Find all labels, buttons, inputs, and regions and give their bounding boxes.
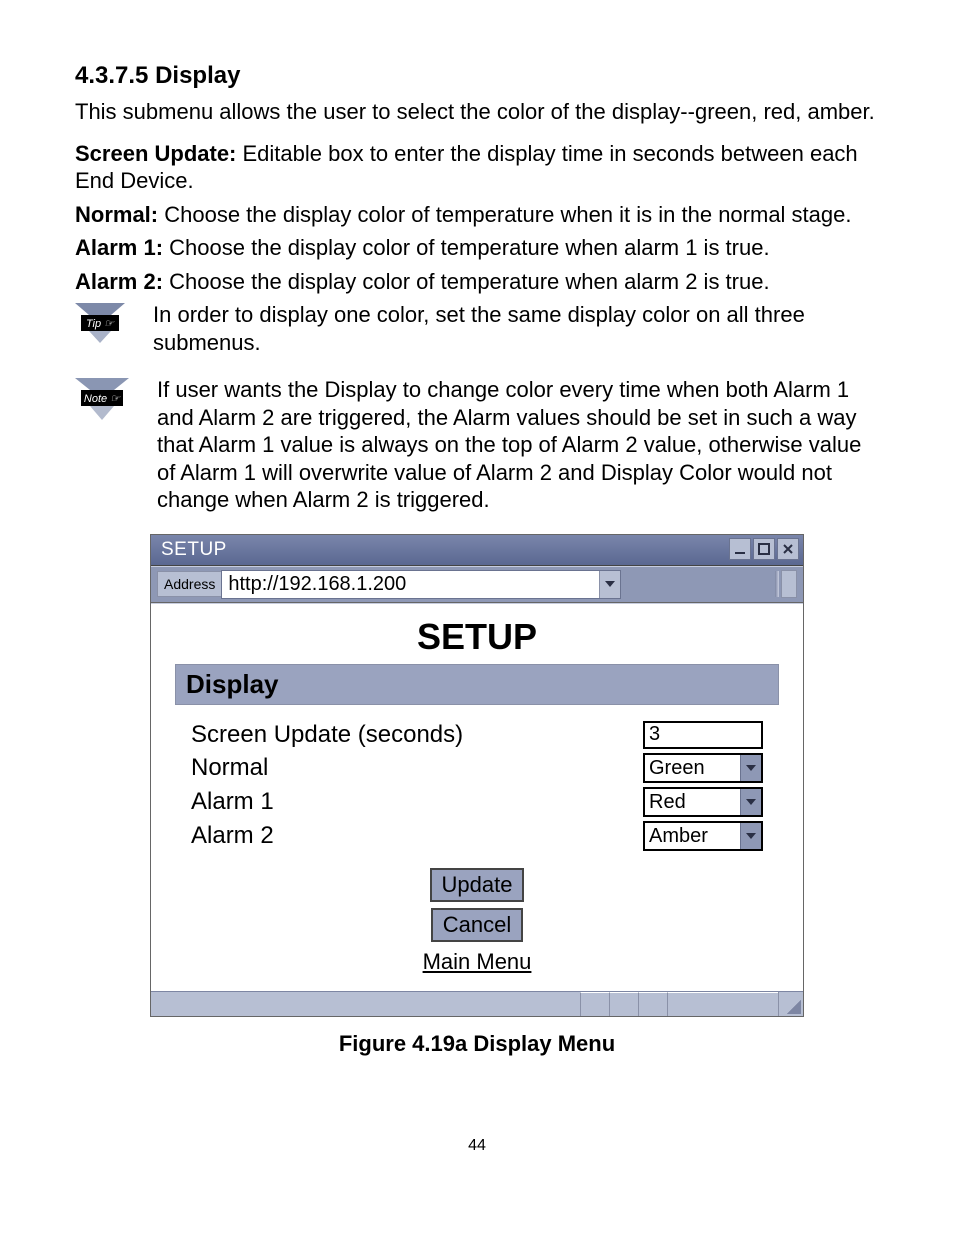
address-dropdown-button[interactable]: [599, 571, 620, 598]
window-title: SETUP: [151, 535, 723, 565]
section-intro: This submenu allows the user to select t…: [75, 98, 879, 126]
address-label: Address: [157, 571, 221, 597]
row-normal: Normal Green: [175, 751, 779, 785]
def-alarm2: Alarm 2: Choose the display color of tem…: [75, 268, 879, 296]
maximize-button[interactable]: [753, 538, 775, 560]
def-text: Choose the display color of temperature …: [158, 202, 851, 227]
alarm1-select-value: Red: [645, 789, 740, 815]
cancel-button[interactable]: Cancel: [431, 908, 523, 942]
status-segment: [580, 992, 609, 1016]
status-segment: [638, 992, 667, 1016]
svg-text:Note ☞: Note ☞: [84, 393, 121, 405]
alarm1-label: Alarm 1: [191, 788, 643, 816]
address-bar: Address: [151, 566, 803, 603]
figure-caption: Figure 4.19a Display Menu: [75, 1031, 879, 1057]
def-label: Normal:: [75, 202, 158, 227]
alarm2-select[interactable]: Amber: [643, 821, 763, 851]
chevron-down-icon: [605, 581, 615, 587]
window-titlebar[interactable]: SETUP: [151, 535, 803, 566]
tip-text: In order to display one color, set the s…: [153, 301, 879, 356]
chevron-down-icon: [746, 765, 756, 771]
setup-window: SETUP Address: [150, 534, 804, 1017]
note-text: If user wants the Display to change colo…: [157, 376, 879, 514]
setup-page-content: SETUP Display Screen Update (seconds) No…: [151, 603, 803, 991]
minimize-button[interactable]: [729, 538, 751, 560]
close-button[interactable]: [777, 538, 799, 560]
normal-label: Normal: [191, 754, 643, 782]
toolbar-separator: [775, 571, 779, 597]
panel-title: Display: [175, 664, 779, 705]
def-text: Choose the display color of temperature …: [163, 235, 770, 260]
alarm2-select-button[interactable]: [740, 823, 761, 849]
section-heading: 4.3.7.5 Display: [75, 62, 879, 90]
row-screen-update: Screen Update (seconds): [175, 719, 779, 751]
status-segment: [609, 992, 638, 1016]
tip-badge-icon: Tip ☞: [75, 303, 125, 345]
def-label: Alarm 1:: [75, 235, 163, 260]
page-title: SETUP: [175, 616, 779, 658]
main-menu-link[interactable]: Main Menu: [175, 949, 779, 975]
form-buttons: Update Cancel Main Menu: [175, 865, 779, 975]
screen-update-label: Screen Update (seconds): [191, 721, 643, 749]
note-callout: Note ☞ If user wants the Display to chan…: [75, 376, 879, 514]
def-normal: Normal: Choose the display color of temp…: [75, 201, 879, 229]
update-button[interactable]: Update: [430, 868, 525, 902]
normal-select-value: Green: [645, 755, 740, 781]
chevron-down-icon: [746, 799, 756, 805]
status-bar: [151, 991, 803, 1016]
def-text: Choose the display color of temperature …: [163, 269, 770, 294]
normal-select[interactable]: Green: [643, 753, 763, 783]
normal-select-button[interactable]: [740, 755, 761, 781]
alarm1-select-button[interactable]: [740, 789, 761, 815]
def-label: Screen Update:: [75, 141, 236, 166]
screen-update-input[interactable]: [643, 721, 763, 749]
page-number: 44: [75, 1137, 879, 1155]
alarm2-select-value: Amber: [645, 823, 740, 849]
def-screen-update: Screen Update: Editable box to enter the…: [75, 140, 879, 195]
svg-text:Tip ☞: Tip ☞: [86, 318, 115, 330]
document-page: 4.3.7.5 Display This submenu allows the …: [0, 0, 954, 1248]
def-alarm1: Alarm 1: Choose the display color of tem…: [75, 234, 879, 262]
status-segment: [667, 992, 778, 1016]
chevron-down-icon: [746, 833, 756, 839]
window-buttons: [723, 535, 803, 565]
note-badge-icon: Note ☞: [75, 378, 129, 422]
def-label: Alarm 2:: [75, 269, 163, 294]
alarm1-select[interactable]: Red: [643, 787, 763, 817]
address-input[interactable]: [222, 571, 599, 598]
go-button[interactable]: [781, 570, 797, 598]
row-alarm1: Alarm 1 Red: [175, 785, 779, 819]
resize-grip-icon[interactable]: [778, 992, 803, 1016]
alarm2-label: Alarm 2: [191, 822, 643, 850]
tip-callout: Tip ☞ In order to display one color, set…: [75, 301, 879, 356]
address-box: [221, 570, 621, 599]
row-alarm2: Alarm 2 Amber: [175, 819, 779, 853]
